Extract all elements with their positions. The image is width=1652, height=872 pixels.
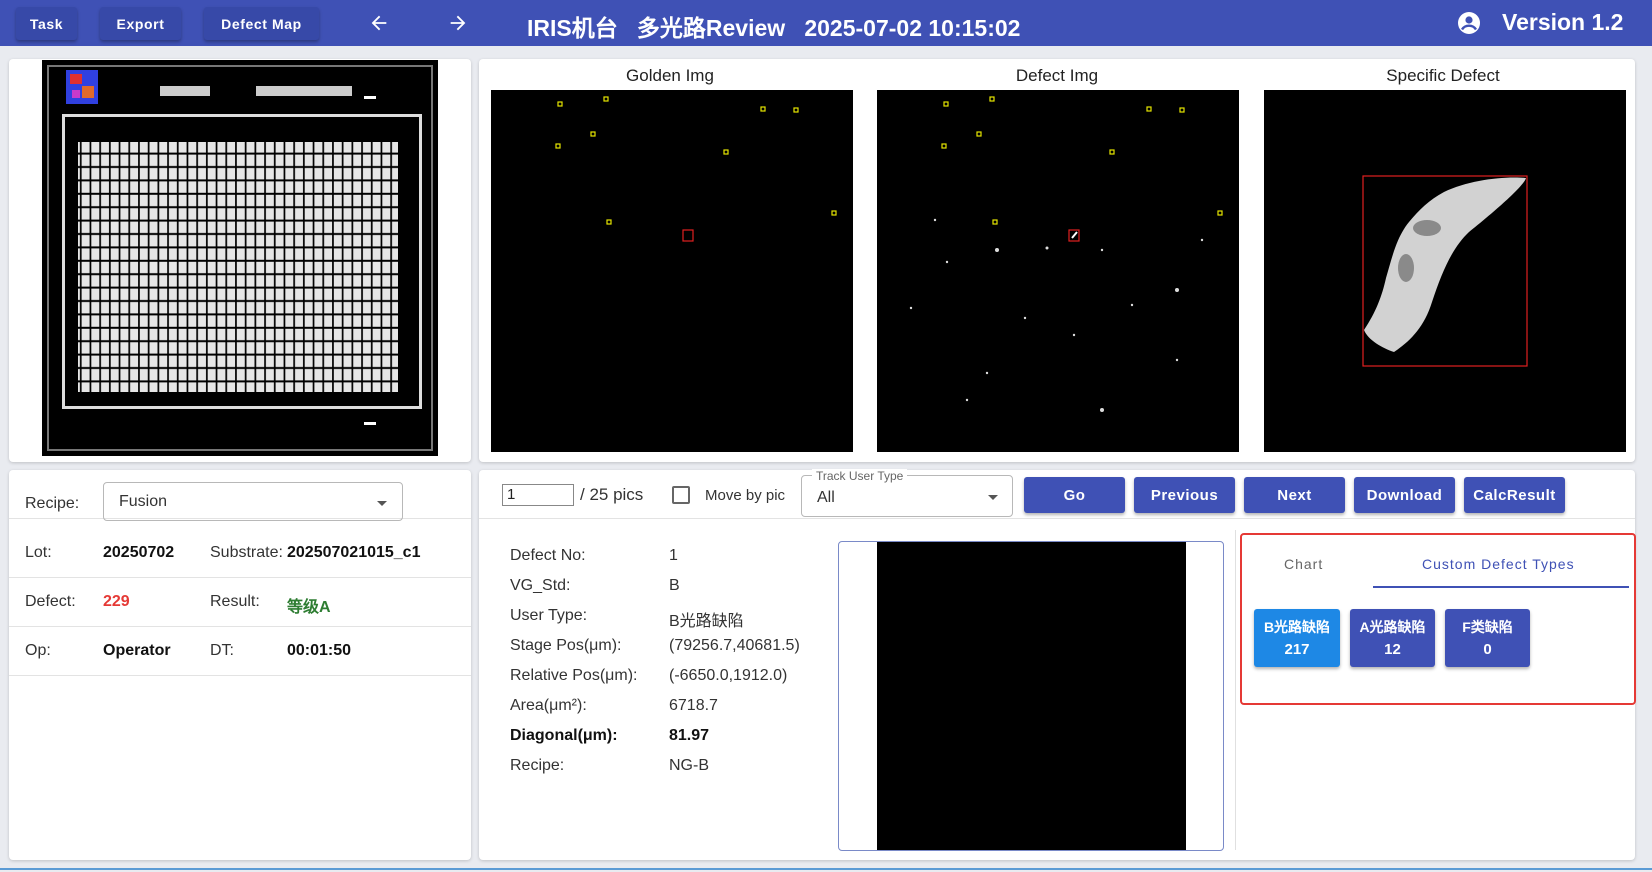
- result-value: 等级A: [287, 599, 331, 616]
- vg-std-label: VG_Std:: [510, 577, 571, 594]
- chip-name: B光路缺陷: [1263, 619, 1331, 635]
- specific-defect-img[interactable]: [1264, 90, 1626, 452]
- recipe-select[interactable]: Fusion: [103, 482, 403, 521]
- move-by-pic-label: Move by pic: [705, 487, 786, 504]
- vertical-divider: [1235, 530, 1236, 850]
- defect-no-value: 1: [669, 547, 678, 564]
- page-number-input[interactable]: 1: [502, 484, 574, 506]
- chevron-down-icon: [377, 501, 387, 506]
- substrate-label: Substrate:: [210, 544, 283, 561]
- wafer-map-image[interactable]: [42, 60, 438, 456]
- relative-pos-label: Relative Pos(μm):: [510, 667, 638, 684]
- relative-pos-value: (-6650.0,1912.0): [669, 667, 788, 684]
- defect-type-chip-a[interactable]: A光路缺陷 12: [1350, 609, 1435, 667]
- substrate-value: 202507021015_c1: [287, 544, 421, 561]
- tab-custom-defect-types[interactable]: Custom Defect Types: [1422, 556, 1575, 572]
- lot-value: 20250702: [103, 544, 175, 561]
- golden-img[interactable]: [491, 90, 853, 452]
- next-button[interactable]: Next: [1244, 477, 1345, 513]
- defect-type-chip-b[interactable]: B光路缺陷 217: [1254, 609, 1340, 667]
- result-label: Result:: [210, 593, 260, 610]
- forward-arrow-icon[interactable]: [443, 9, 473, 37]
- dt-label: DT:: [210, 642, 234, 659]
- recipe-select-value: Fusion: [119, 493, 168, 510]
- defect-img[interactable]: [877, 90, 1239, 452]
- specific-defect-title: Specific Defect: [1386, 66, 1500, 85]
- op-value: Operator: [103, 642, 171, 659]
- calc-result-button[interactable]: CalcResult: [1464, 477, 1565, 513]
- vg-std-value: B: [669, 577, 680, 594]
- lot-row: Lot: 20250702 Substrate: 202507021015_c1: [9, 529, 471, 578]
- task-button[interactable]: Task: [16, 7, 77, 40]
- bottom-border: [0, 868, 1652, 870]
- op-label: Op:: [25, 642, 51, 659]
- controls-divider: [479, 518, 1635, 519]
- defect-preview-image: [877, 542, 1186, 850]
- defect-preview-frame[interactable]: [838, 541, 1224, 851]
- track-user-type-label: Track User Type: [812, 469, 908, 483]
- move-by-pic-checkbox[interactable]: [672, 486, 690, 504]
- defect-img-title: Defect Img: [1015, 66, 1099, 85]
- page-total-label: / 25 pics: [580, 485, 644, 504]
- chip-name: A光路缺陷: [1359, 619, 1426, 635]
- user-type-label: User Type:: [510, 607, 588, 624]
- defect-label: Defect:: [25, 593, 76, 610]
- user-type-value: B光路缺陷: [669, 613, 744, 630]
- diagonal-label: Diagonal(μm):: [510, 727, 618, 744]
- chevron-down-icon: [988, 495, 998, 500]
- tab-chart[interactable]: Chart: [1284, 556, 1323, 572]
- lot-label: Lot:: [25, 544, 52, 561]
- chip-count: 217: [1284, 641, 1310, 658]
- stage-pos-label: Stage Pos(μm):: [510, 637, 622, 654]
- back-arrow-icon[interactable]: [364, 9, 394, 37]
- app-title: IRIS机台 多光路Review 2025-07-02 10:15:02: [527, 15, 1021, 41]
- area-label: Area(μm²):: [510, 697, 587, 714]
- account-circle-icon[interactable]: [1457, 11, 1481, 35]
- details-recipe-value: NG-B: [669, 757, 709, 774]
- chip-count: 0: [1483, 641, 1492, 658]
- go-button[interactable]: Go: [1024, 477, 1125, 513]
- chip-count: 12: [1384, 641, 1401, 658]
- stage-pos-value: (79256.7,40681.5): [669, 637, 800, 654]
- chip-name: F类缺陷: [1462, 619, 1513, 635]
- version-label: Version 1.2: [1502, 9, 1624, 35]
- recipe-label: Recipe:: [25, 495, 80, 512]
- defect-type-chip-f[interactable]: F类缺陷 0: [1445, 609, 1530, 667]
- dt-value: 00:01:50: [287, 642, 352, 659]
- diagonal-value: 81.97: [669, 727, 710, 744]
- top-app-bar: Task Export Defect Map IRIS机台 多光路Review …: [0, 0, 1652, 46]
- track-user-type-value: All: [817, 489, 835, 506]
- area-value: 6718.7: [669, 697, 718, 714]
- defect-count-value: 229: [103, 593, 130, 610]
- download-button[interactable]: Download: [1354, 477, 1455, 513]
- details-recipe-label: Recipe:: [510, 757, 565, 774]
- defect-no-label: Defect No:: [510, 547, 586, 564]
- previous-button[interactable]: Previous: [1134, 477, 1235, 513]
- golden-img-title: Golden Img: [626, 66, 714, 85]
- active-tab-indicator: [1373, 586, 1629, 588]
- defect-map-button[interactable]: Defect Map: [204, 7, 319, 40]
- defect-row: Defect: 229 Result: 等级A: [9, 578, 471, 627]
- op-row: Op: Operator DT: 00:01:50: [9, 627, 471, 676]
- export-button[interactable]: Export: [100, 7, 181, 40]
